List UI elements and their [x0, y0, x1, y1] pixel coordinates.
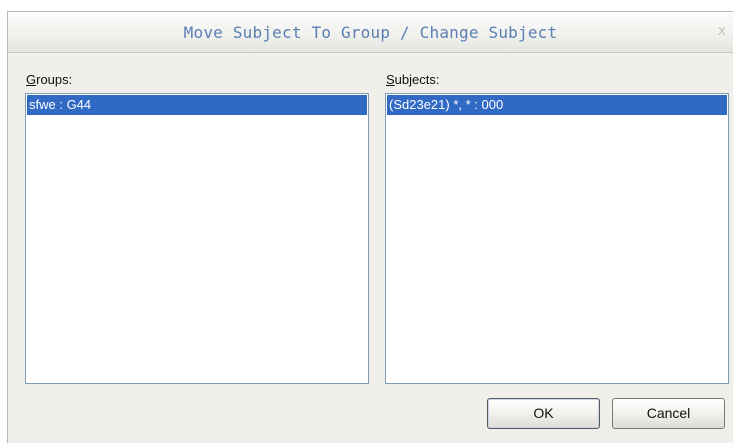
close-icon[interactable]: x	[718, 23, 726, 39]
subjects-label-text: ubjects:	[394, 72, 440, 87]
groups-label: Groups:	[26, 72, 72, 87]
title-bar[interactable]: Move Subject To Group / Change Subject x	[8, 12, 733, 53]
subjects-listbox[interactable]: (Sd23e21) *, * : 000	[385, 93, 729, 384]
cancel-button[interactable]: Cancel	[612, 398, 725, 429]
groups-listbox[interactable]: sfwe : G44	[25, 93, 369, 384]
move-subject-dialog: Move Subject To Group / Change Subject x…	[7, 11, 733, 443]
groups-list-item[interactable]: sfwe : G44	[27, 95, 367, 115]
groups-label-mnemonic: G	[26, 72, 37, 87]
subjects-label: Subjects:	[386, 72, 439, 87]
subjects-list-item[interactable]: (Sd23e21) *, * : 000	[387, 95, 727, 115]
subjects-label-mnemonic: S	[386, 72, 395, 87]
groups-label-text: roups:	[36, 72, 73, 87]
ok-button[interactable]: OK	[487, 398, 600, 429]
dialog-title: Move Subject To Group / Change Subject	[183, 23, 558, 42]
